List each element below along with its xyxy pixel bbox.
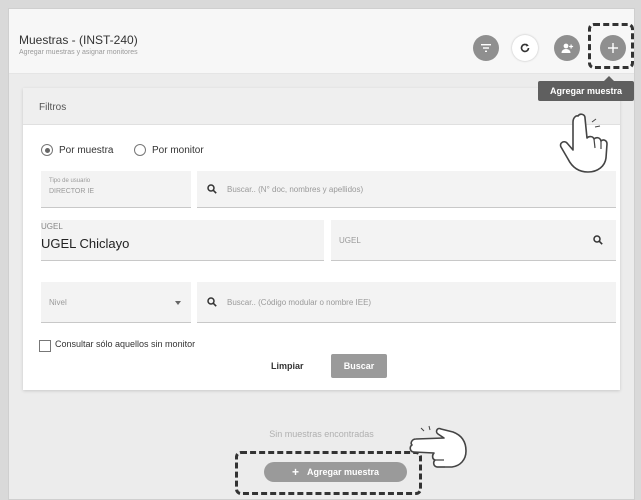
school-search-field[interactable]: Buscar.. (Código modular o nombre IEE) bbox=[197, 282, 616, 323]
pointing-hand-icon bbox=[559, 113, 608, 173]
no-monitor-label: Consultar sólo aquellos sin monitor bbox=[55, 339, 196, 349]
radio-by-sample-label: Por muestra bbox=[59, 144, 114, 156]
dropdown-arrow-icon bbox=[175, 301, 181, 305]
ugel-search-placeholder: UGEL bbox=[339, 236, 361, 245]
highlight-frame bbox=[235, 451, 422, 495]
main-content: Filtros Por muestra Por monitor Tipo de … bbox=[9, 74, 634, 499]
ugel-field[interactable]: UGEL UGEL Chiclayo bbox=[41, 220, 324, 261]
page-title: Muestras - (INST-240) bbox=[19, 33, 138, 47]
refresh-icon bbox=[520, 43, 530, 53]
level-select[interactable]: Nivel bbox=[41, 282, 191, 323]
refresh-button[interactable] bbox=[512, 35, 538, 61]
ugel-search-field[interactable]: UGEL bbox=[331, 220, 616, 261]
filter-button[interactable] bbox=[473, 35, 499, 61]
user-type-field[interactable]: Tipo de usuario DIRECTOR IE bbox=[41, 171, 191, 208]
level-placeholder: Nivel bbox=[49, 298, 67, 307]
radio-unselected-icon bbox=[134, 144, 146, 156]
user-type-label: Tipo de usuario bbox=[49, 178, 91, 184]
highlight-frame bbox=[588, 23, 634, 69]
search-button[interactable]: Buscar bbox=[331, 354, 387, 378]
user-type-value: DIRECTOR IE bbox=[49, 188, 94, 195]
checkbox-icon bbox=[39, 340, 51, 352]
user-add-icon bbox=[561, 43, 574, 53]
people-search-placeholder: Buscar.. (N° doc, nombres y apellidos) bbox=[227, 185, 364, 194]
people-search-field[interactable]: Buscar.. (N° doc, nombres y apellidos) bbox=[197, 171, 616, 208]
page-subtitle: Agregar muestras y asignar monitores bbox=[19, 49, 138, 56]
assign-monitor-button[interactable] bbox=[554, 35, 580, 61]
page-header: Muestras - (INST-240) Agregar muestras y… bbox=[9, 9, 634, 74]
search-icon[interactable] bbox=[593, 235, 603, 245]
radio-by-monitor[interactable]: Por monitor bbox=[134, 144, 204, 156]
add-sample-tooltip: Agregar muestra bbox=[538, 76, 634, 101]
ugel-label: UGEL bbox=[41, 222, 63, 231]
search-icon bbox=[207, 297, 217, 307]
radio-by-monitor-label: Por monitor bbox=[152, 144, 204, 156]
filter-icon bbox=[481, 44, 491, 52]
radio-by-sample[interactable]: Por muestra bbox=[41, 144, 113, 156]
filters-header: Filtros bbox=[23, 88, 620, 125]
empty-state-text: Sin muestras encontradas bbox=[269, 429, 374, 439]
app-window: Muestras - (INST-240) Agregar muestras y… bbox=[8, 8, 635, 500]
clear-button[interactable]: Limpiar bbox=[271, 361, 304, 371]
radio-selected-icon bbox=[41, 144, 53, 156]
school-search-placeholder: Buscar.. (Código modular o nombre IEE) bbox=[227, 298, 372, 307]
ugel-value: UGEL Chiclayo bbox=[41, 236, 130, 251]
search-icon bbox=[207, 184, 217, 194]
pointing-hand-icon bbox=[409, 425, 467, 468]
filters-title: Filtros bbox=[39, 102, 67, 113]
